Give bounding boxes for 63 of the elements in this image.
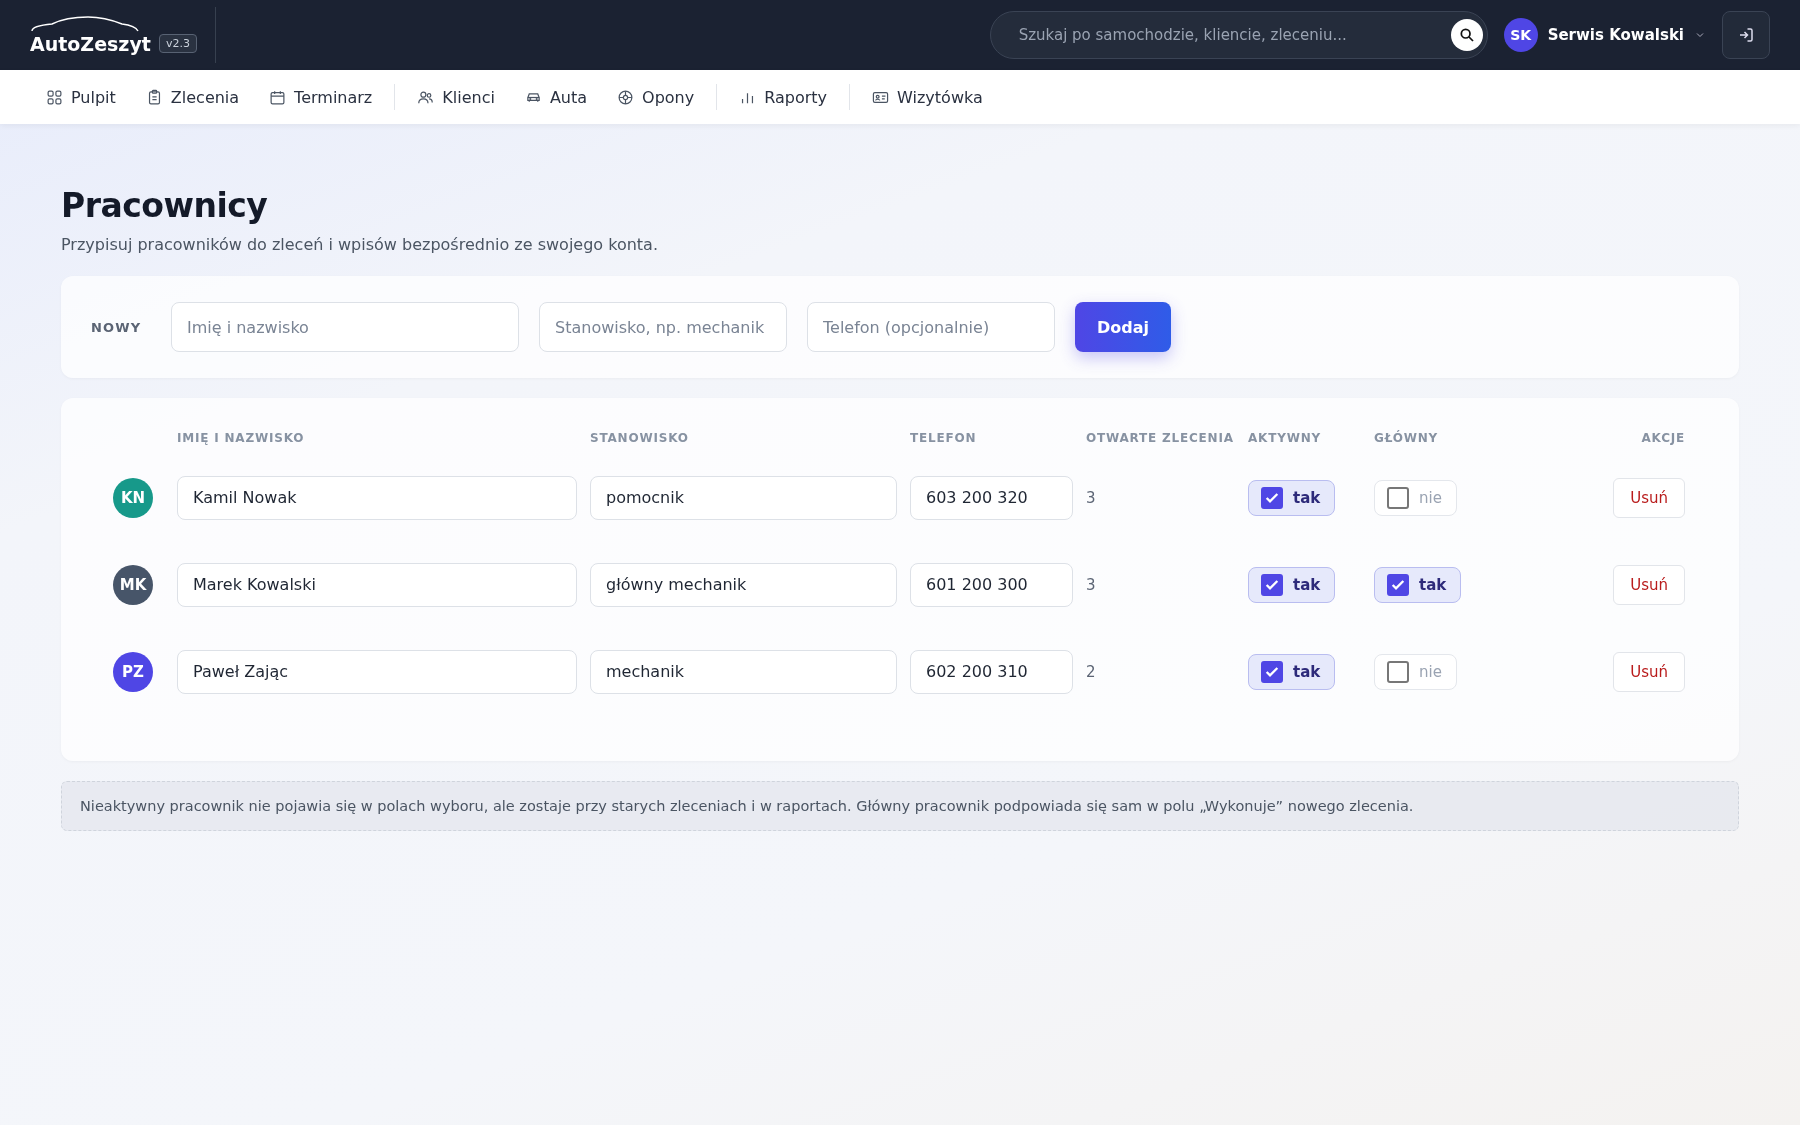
calendar-icon [269, 88, 287, 106]
nav-link[interactable]: Opony [605, 79, 707, 115]
checkbox[interactable] [1261, 573, 1283, 596]
nav-link[interactable]: Raporty [727, 79, 840, 115]
nav-link[interactable]: Pulpit [34, 79, 128, 115]
input-field[interactable]: Kamil Nowak [177, 475, 577, 520]
version-badge: v2.3 [158, 34, 197, 53]
nav-link[interactable]: Klienci [405, 79, 507, 115]
input-field[interactable]: 601 200 300 [910, 562, 1073, 607]
checkbox[interactable] [1261, 486, 1283, 509]
checkbox[interactable] [1387, 660, 1409, 683]
input-field[interactable]: pomocnik [590, 475, 897, 520]
app-name: AutoZeszyt [30, 32, 151, 55]
column-header: OTWARTE ZLECENIA [1086, 431, 1235, 445]
search-icon [1458, 27, 1475, 43]
user-avatar: SK [1503, 18, 1538, 52]
search-button[interactable] [1450, 19, 1483, 51]
checkbox[interactable] [1387, 486, 1409, 509]
nav-link[interactable]: Terminarz [257, 79, 385, 115]
open-orders-count: 2 [1086, 662, 1097, 681]
column-header: AKCJE [1641, 431, 1685, 445]
input-field[interactable]: Imię i nazwisko [171, 302, 519, 352]
page-subtitle: Przypisuj pracowników do zleceń i wpisów bezpośrednio ze swojego konta. [61, 235, 659, 254]
checkbox[interactable] [1261, 660, 1283, 683]
delete-button[interactable]: Usuń [1613, 651, 1685, 692]
form-label: NOWY [91, 319, 143, 335]
delete-button[interactable]: Usuń [1613, 564, 1685, 605]
delete-button[interactable]: Usuń [1613, 477, 1685, 518]
input-field[interactable]: Paweł Zając [177, 649, 577, 694]
column-header: GŁÓWNY [1374, 431, 1440, 445]
input-field[interactable]: Stanowisko, np. mechanik [539, 302, 787, 352]
nav-link[interactable]: Zlecenia [133, 79, 252, 115]
input-field[interactable]: główny mechanik [590, 562, 897, 607]
toggle-chip[interactable]: tak [1248, 653, 1336, 690]
nav-link[interactable]: Auta [512, 79, 600, 115]
input-field[interactable]: 602 200 310 [910, 649, 1073, 694]
wheel-icon [617, 88, 635, 106]
car-logo-icon [30, 15, 140, 32]
toggle-chip[interactable]: tak [1248, 479, 1336, 516]
info-note: Nieaktywny pracownik nie pojawia się w polach wyboru, ale zostaje przy starych zleceniach i w raportach. Główny pracownik podpowiada się sam w polu „Wykonuje” nowego zlecenia. [61, 781, 1739, 831]
input-field[interactable]: 603 200 320 [910, 475, 1073, 520]
column-header: AKTYWNY [1248, 431, 1323, 445]
avatar: KN [113, 477, 153, 518]
checkbox[interactable] [1387, 573, 1409, 596]
nav-link[interactable]: Wizytówka [860, 79, 995, 115]
toggle-chip[interactable]: tak [1374, 566, 1462, 603]
avatar: MK [113, 564, 153, 605]
open-orders-count: 3 [1086, 488, 1097, 507]
grid-icon [46, 88, 63, 106]
input-field[interactable]: mechanik [590, 649, 897, 694]
column-header: TELEFON [910, 431, 978, 445]
column-header: STANOWISKO [590, 431, 690, 445]
page-title: Pracownicy [61, 186, 269, 225]
logout-button[interactable] [1722, 11, 1770, 59]
logout-icon [1737, 26, 1755, 44]
open-orders-count: 3 [1086, 575, 1097, 594]
avatar: PZ [113, 651, 153, 692]
input-field[interactable]: Marek Kowalski [177, 562, 577, 607]
input-field[interactable]: Telefon (opcjonalnie) [807, 302, 1055, 352]
add-button[interactable]: Dodaj [1075, 302, 1171, 352]
column-header: IMIĘ I NAZWISKO [177, 431, 306, 445]
toggle-chip[interactable]: tak [1248, 566, 1336, 603]
user-menu[interactable]: SK Serwis Kowalski [1499, 14, 1714, 56]
